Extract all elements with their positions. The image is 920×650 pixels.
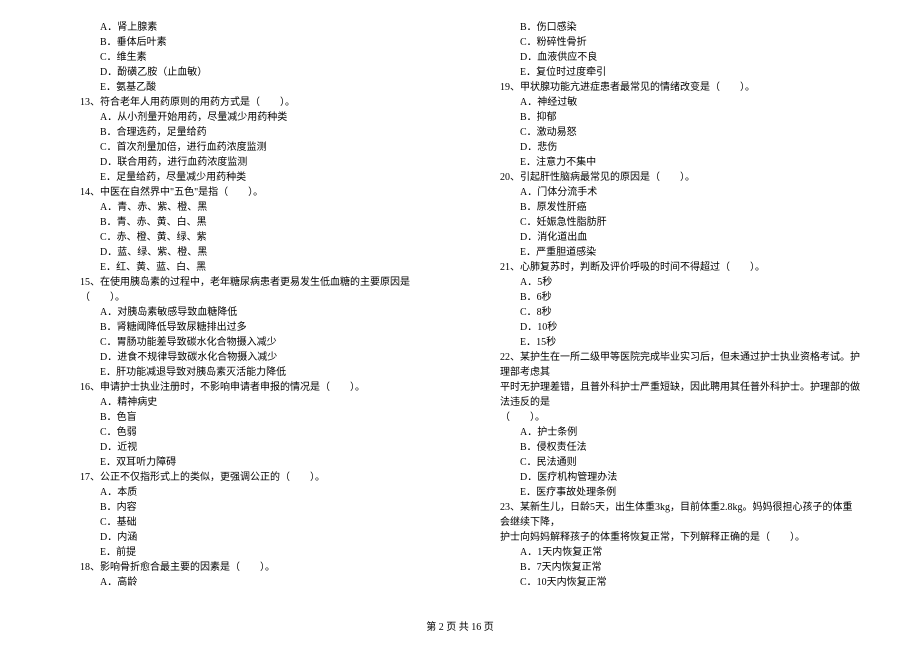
answer-option: A．肾上腺素 <box>60 20 440 35</box>
answer-option: A．对胰岛素敏感导致血糖降低 <box>60 305 440 320</box>
answer-option: D．悲伤 <box>480 140 860 155</box>
answer-option: E．前提 <box>60 545 440 560</box>
question-text: 15、在使用胰岛素的过程中，老年糖尿病患者更易发生低血糖的主要原因是（ ）。 <box>60 275 440 305</box>
question-text: 23、某新生儿，日龄5天，出生体重3kg，目前体重2.8kg。妈妈很担心孩子的体… <box>480 500 860 530</box>
answer-option: B．抑郁 <box>480 110 860 125</box>
answer-option: C．色弱 <box>60 425 440 440</box>
answer-option: D．血液供应不良 <box>480 50 860 65</box>
answer-option: D．联合用药，进行血药浓度监测 <box>60 155 440 170</box>
answer-option: B．原发性肝癌 <box>480 200 860 215</box>
answer-option: E．严重胆道感染 <box>480 245 860 260</box>
question-text: 平时无护理差错，且普外科护士严重短缺，因此聘用其任普外科护士。护理部的做法违反的… <box>480 380 860 410</box>
answer-option: A．高龄 <box>60 575 440 590</box>
answer-option: A．本质 <box>60 485 440 500</box>
answer-option: E．3周内恢复正常 <box>900 35 920 50</box>
answer-option: C．10天内恢复正常 <box>480 575 860 590</box>
answer-option: A．从小剂量开始用药，尽量减少用药种类 <box>60 110 440 125</box>
answer-option: D．近视 <box>60 440 440 455</box>
answer-option: E．氨基乙酸 <box>60 80 440 95</box>
answer-option: C．粉碎性骨折 <box>480 35 860 50</box>
answer-option: D．蓝、绿、紫、橙、黑 <box>60 245 440 260</box>
answer-option: E．注意力不集中 <box>480 155 860 170</box>
answer-option: B．6秒 <box>480 290 860 305</box>
question-text: 22、某护生在一所二级甲等医院完成毕业实习后，但未通过护士执业资格考试。护理部考… <box>480 350 860 380</box>
answer-option: C．维生素 <box>60 50 440 65</box>
answer-option: C．8秒 <box>480 305 860 320</box>
page-number: 第 2 页 共 16 页 <box>0 620 920 635</box>
question-text: 20、引起肝性脑病最常见的原因是（ ）。 <box>480 170 860 185</box>
answer-option: D．进食不规律导致碳水化合物摄入减少 <box>60 350 440 365</box>
answer-option: B．内容 <box>60 500 440 515</box>
question-text: 13、符合老年人用药原则的用药方式是（ ）。 <box>60 95 440 110</box>
answer-option: D．10秒 <box>480 320 860 335</box>
answer-option: A．神经过敏 <box>480 95 860 110</box>
answer-option: E．足量给药，尽量减少用药种类 <box>60 170 440 185</box>
question-text: 19、甲状腺功能亢进症患者最常见的情绪改变是（ ）。 <box>480 80 860 95</box>
answer-option: B．青、赤、黄、白、黑 <box>60 215 440 230</box>
answer-option: A．5秒 <box>480 275 860 290</box>
answer-option: E．15秒 <box>480 335 860 350</box>
answer-option: E．红、黄、蓝、白、黑 <box>60 260 440 275</box>
document-content: A．肾上腺素B．垂体后叶素C．维生素D．酚磺乙胺（止血敏）E．氨基乙酸13、符合… <box>60 20 860 600</box>
question-text: 实施个体化护理。ICU常用的护理方式是（ ）。 <box>900 80 920 95</box>
question-text: 21、心肺复苏时，判断及评价呼吸的时间不得超过（ ）。 <box>480 260 860 275</box>
question-text: 16、申请护士执业注册时，不影响申请者申报的情况是（ ）。 <box>60 380 440 395</box>
answer-option: A．个案护理 <box>900 95 920 110</box>
answer-option: B．垂体后叶素 <box>60 35 440 50</box>
answer-option: E．双耳听力障碍 <box>60 455 440 470</box>
answer-option: C．民法通则 <box>480 455 860 470</box>
question-text: 14、中医在自然界中"五色"是指（ ）。 <box>60 185 440 200</box>
answer-option: C．首次剂量加倍，进行血药浓度监测 <box>60 140 440 155</box>
answer-option: C．妊娠急性脂肪肝 <box>480 215 860 230</box>
question-text: 17、公正不仅指形式上的类似，更强调公正的（ ）。 <box>60 470 440 485</box>
answer-option: E．医疗事故处理条例 <box>480 485 860 500</box>
answer-option: B．功能制护理 <box>900 110 920 125</box>
answer-option: D．酚磺乙胺（止血敏） <box>60 65 440 80</box>
answer-option: B．7天内恢复正常 <box>480 560 860 575</box>
answer-option: C．激动易怒 <box>480 125 860 140</box>
answer-option: A．1天内恢复正常 <box>480 545 860 560</box>
answer-option: B．肾糖阈降低导致尿糖排出过多 <box>60 320 440 335</box>
answer-option: D．医疗机构管理办法 <box>480 470 860 485</box>
answer-option: A．青、赤、紫、橙、黑 <box>60 200 440 215</box>
question-text: 18、影响骨折愈合最主要的因素是（ ）。 <box>60 560 440 575</box>
answer-option: B．伤口感染 <box>480 20 860 35</box>
answer-option: D．消化道出血 <box>480 230 860 245</box>
answer-option: D．内涵 <box>60 530 440 545</box>
answer-option: B．色盲 <box>60 410 440 425</box>
answer-option: A．护士条例 <box>480 425 860 440</box>
answer-option: A．精神病史 <box>60 395 440 410</box>
answer-option: E．复位时过度牵引 <box>480 65 860 80</box>
answer-option: C．赤、橙、黄、绿、紫 <box>60 230 440 245</box>
answer-option: B．侵权责任法 <box>480 440 860 455</box>
question-text: 24、某ICU护士，毕业三年以来，基本上是一个人护理某个病人，病人需要的全部护理… <box>900 50 920 80</box>
answer-option: C．基础 <box>60 515 440 530</box>
answer-option: D．2周内恢复正常 <box>900 20 920 35</box>
question-text: 护士向妈妈解释孩子的体重将恢复正常，下列解释正确的是（ ）。 <box>480 530 860 545</box>
answer-option: A．门体分流手术 <box>480 185 860 200</box>
question-text: （ ）。 <box>480 410 860 425</box>
answer-option: C．胃肠功能差导致碳水化合物摄入减少 <box>60 335 440 350</box>
answer-option: E．肝功能减退导致对胰岛素灭活能力降低 <box>60 365 440 380</box>
answer-option: B．合理选药，足量给药 <box>60 125 440 140</box>
